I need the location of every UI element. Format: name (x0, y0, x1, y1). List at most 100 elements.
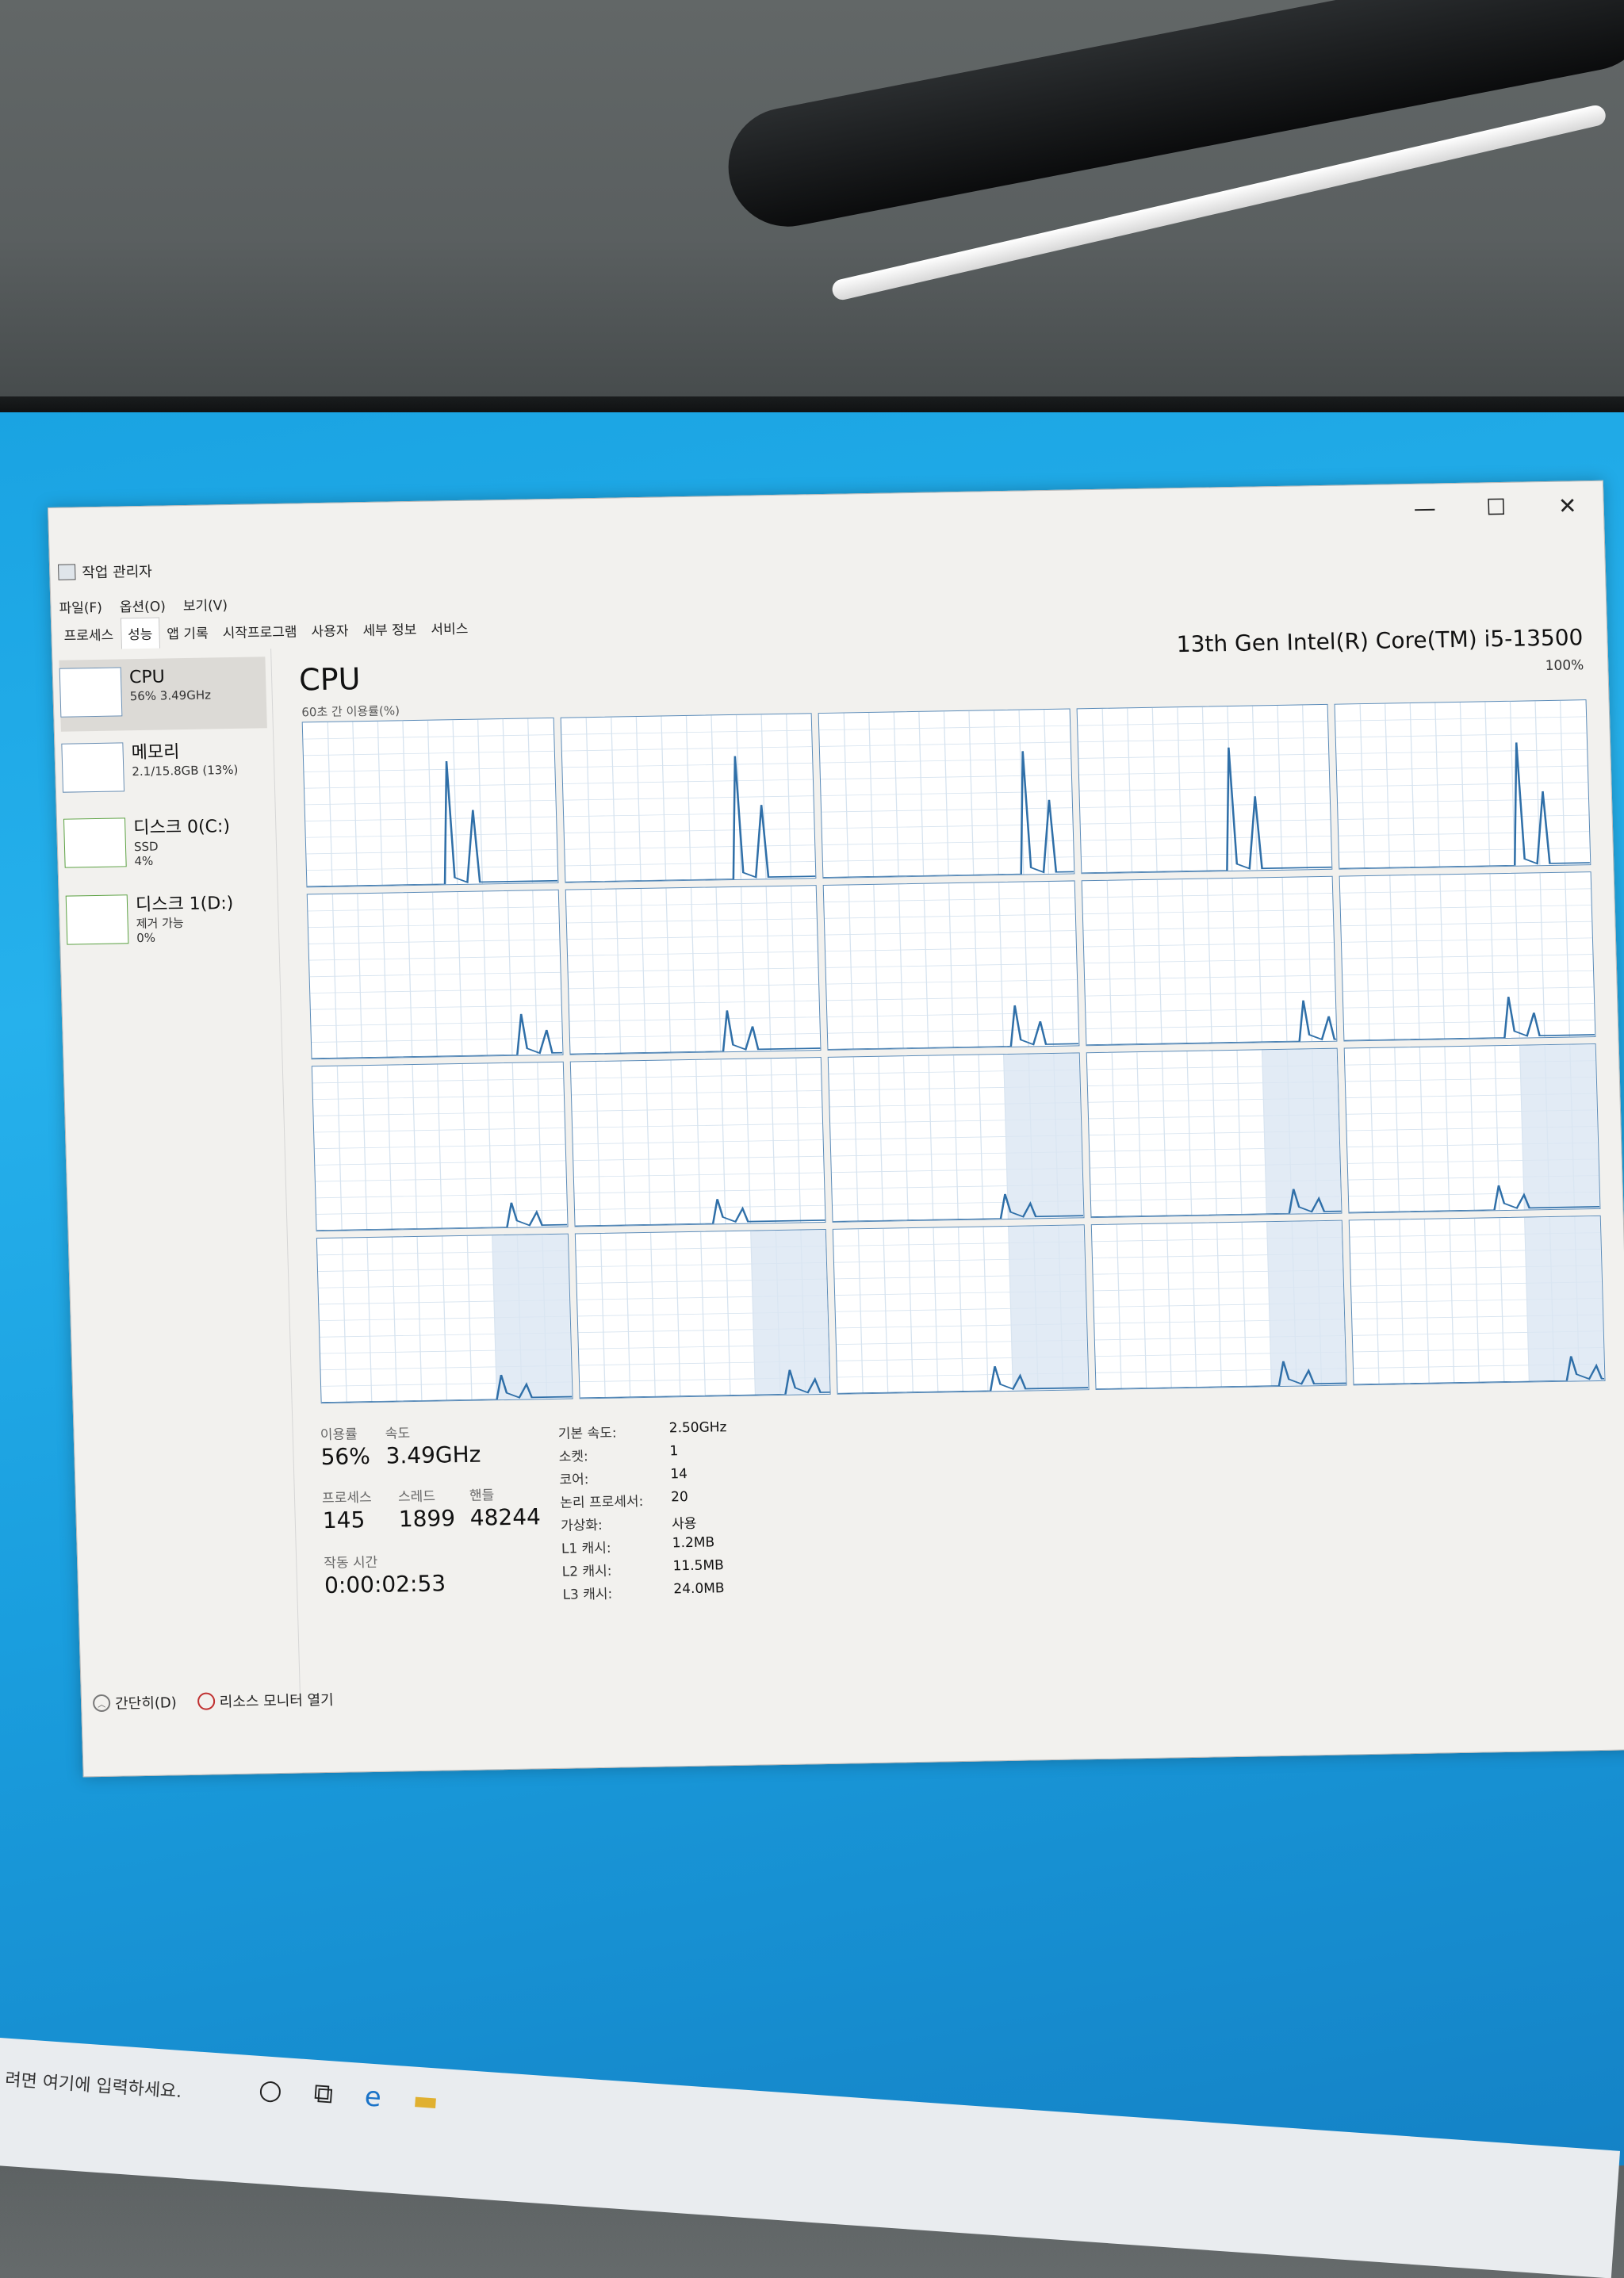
tab-bar: 프로세스 성능 앱 기록 시작프로그램 사용자 세부 정보 서비스 (56, 612, 476, 650)
maximize-button[interactable]: ☐ (1460, 482, 1533, 531)
cpu-model-name: 13th Gen Intel(R) Core(TM) i5-13500 (1176, 624, 1584, 658)
cpu-stats-panel: 이용률 속도 56% 3.49GHz 프로세스 스레드 핸들 145 1899 … (320, 1410, 1119, 1661)
logical-processor-graph (574, 1228, 831, 1399)
thread-value: 1899 (398, 1505, 456, 1533)
collapse-link[interactable]: ︿ 간단히(D) (92, 1691, 178, 1713)
detail-key: L3 캐시: (562, 1586, 613, 1603)
menu-view[interactable]: 보기(V) (182, 594, 228, 614)
uptime-value: 0:00:02:53 (324, 1570, 446, 1599)
logical-processor-graph (1086, 1047, 1342, 1219)
sidebar-item-label: 디스크 0(C:) (132, 817, 231, 839)
resource-monitor-label: 리소스 모니터 열기 (219, 1691, 334, 1711)
sidebar-item-memory[interactable]: 메모리 2.1/15.8GB (13%) (61, 732, 269, 807)
detail-value: 24.0MB (673, 1580, 725, 1598)
detail-key: 가상화: (560, 1517, 603, 1534)
detail-key: 코어: (559, 1472, 589, 1488)
sidebar-item-cpu[interactable]: CPU 56% 3.49GHz (59, 657, 267, 732)
sidebar-item-label: 메모리 (131, 742, 180, 764)
thread-label: 스레드 (397, 1488, 436, 1506)
logical-processor-graph (1339, 871, 1596, 1042)
logical-processor-graph (818, 708, 1075, 879)
title-bar: 작업 관리자 (58, 561, 152, 583)
sidebar-item-label: CPU (128, 667, 166, 688)
edge-icon[interactable]: e (363, 2081, 382, 2113)
tab-services[interactable]: 서비스 (423, 612, 476, 644)
sidebar-item-percent: 0% (136, 930, 156, 946)
detail-value: 14 (670, 1466, 688, 1483)
sidebar-item-detail: 제거 가능 (136, 915, 184, 931)
cpu-thumbnail-graph (59, 667, 123, 718)
cpu-details-list: 기본 속도: 2.50GHz 소켓: 1 코어: 14 논리 프로세서: 20 가상화:… (557, 1419, 753, 1603)
disk0-thumbnail-graph (63, 817, 127, 868)
task-view-icon[interactable]: ⧉ (312, 2077, 334, 2111)
window-frame: — ☐ ✕ 작업 관리자 파일(F) 옵션(O) 보기(V) 프로세스 성능 앱… (48, 480, 1624, 1778)
window-title: 작업 관리자 (82, 563, 153, 582)
kernel-time-area (1525, 1216, 1605, 1382)
detail-value: 1 (669, 1443, 679, 1460)
tab-performance[interactable]: 성능 (120, 617, 160, 649)
detail-value: 20 (670, 1489, 689, 1506)
uptime-label: 작동 시간 (324, 1554, 378, 1572)
sidebar-item-detail: SSD (133, 839, 159, 854)
memory-thumbnail-graph (61, 742, 125, 793)
detail-key: L2 캐시: (561, 1563, 612, 1580)
sidebar-item-percent: 4% (134, 853, 154, 869)
handle-label: 핸들 (469, 1487, 495, 1504)
task-manager-icon (58, 564, 76, 580)
menu-options[interactable]: 옵션(O) (119, 595, 166, 615)
menu-file[interactable]: 파일(F) (59, 596, 102, 617)
detail-value: 2.50GHz (668, 1419, 727, 1437)
logical-processor-grid (301, 699, 1606, 1404)
speed-value: 3.49GHz (385, 1441, 481, 1469)
logical-processor-graph (1334, 699, 1591, 870)
logical-processor-graph (306, 889, 564, 1060)
sidebar-item-detail: 56% 3.49GHz (129, 687, 212, 703)
footer-bar: ︿ 간단히(D) 리소스 모니터 열기 (92, 1689, 334, 1713)
tab-processes[interactable]: 프로세스 (56, 618, 121, 649)
logical-processor-graph (1090, 1219, 1347, 1391)
cortana-icon[interactable]: ○ (258, 2073, 283, 2107)
detail-key: 소켓: (558, 1449, 588, 1465)
logical-processor-graph (316, 1233, 573, 1404)
logical-processor-graph (301, 717, 559, 888)
detail-key: 기본 속도: (557, 1425, 617, 1442)
logical-processor-graph (832, 1224, 1090, 1395)
graph-caption: 60초 간 이용률(%) (301, 703, 400, 720)
task-manager-window: — ☐ ✕ 작업 관리자 파일(F) 옵션(O) 보기(V) 프로세스 성능 앱… (48, 480, 1624, 1778)
taskbar-search-box[interactable]: 려면 여기에 입력하세요. (0, 2046, 253, 2127)
sidebar-item-disk-1[interactable]: 디스크 1(D:) 제거 가능 0% (65, 884, 273, 959)
logical-processor-graph (565, 885, 822, 1055)
logical-processor-graph (1344, 1043, 1601, 1214)
sidebar-item-detail: 2.1/15.8GB (13%) (132, 762, 239, 779)
tab-app-history[interactable]: 앱 기록 (159, 616, 216, 648)
logical-processor-graph (822, 880, 1080, 1051)
kernel-time-area (1519, 1044, 1600, 1210)
kernel-time-area (1262, 1048, 1342, 1215)
search-placeholder: 려면 여기에 입력하세요. (4, 2069, 183, 2103)
tab-details[interactable]: 세부 정보 (355, 613, 424, 645)
detail-value: 1.2MB (672, 1534, 715, 1552)
detail-value: 11.5MB (672, 1557, 725, 1575)
sidebar-item-disk-0[interactable]: 디스크 0(C:) SSD 4% (63, 807, 271, 882)
logical-processor-graph (311, 1061, 569, 1232)
resource-monitor-link[interactable]: 리소스 모니터 열기 (197, 1689, 334, 1712)
resource-sidebar: CPU 56% 3.49GHz 메모리 2.1/15.8GB (13%) 디스크… (52, 649, 301, 1699)
collapse-label: 간단히(D) (114, 1694, 178, 1713)
chevron-up-icon: ︿ (92, 1694, 111, 1713)
util-value: 56% (320, 1443, 371, 1471)
tab-users[interactable]: 사용자 (304, 614, 356, 645)
window-controls: — ☐ ✕ (1388, 481, 1604, 533)
logical-processor-graph (1076, 703, 1333, 875)
detail-value: 사용 (671, 1515, 697, 1533)
kernel-time-area (1008, 1225, 1089, 1391)
file-explorer-icon[interactable]: ▬ (412, 2085, 439, 2118)
page-title: CPU (298, 661, 362, 698)
tab-startup[interactable]: 시작프로그램 (215, 614, 304, 647)
kernel-time-area (492, 1234, 573, 1400)
minimize-button[interactable]: — (1388, 484, 1461, 533)
graph-max-label: 100% (1545, 657, 1584, 675)
detail-key: 논리 프로세서: (560, 1494, 644, 1511)
menu-bar: 파일(F) 옵션(O) 보기(V) (59, 594, 228, 617)
logical-processor-graph (827, 1052, 1085, 1223)
close-button[interactable]: ✕ (1531, 481, 1604, 530)
